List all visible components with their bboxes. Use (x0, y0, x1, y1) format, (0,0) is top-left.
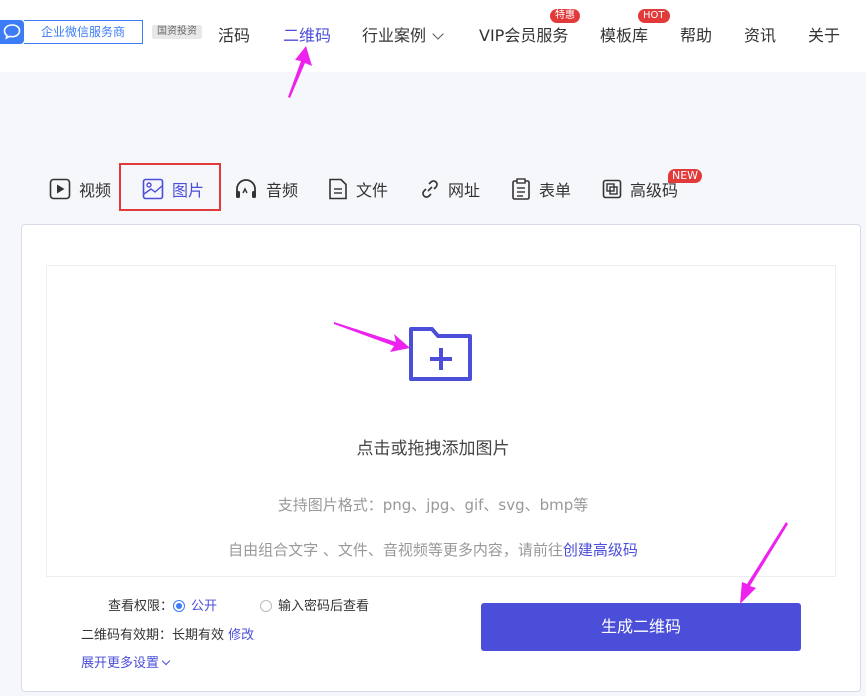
tab-audio[interactable]: 音频 (234, 176, 298, 202)
password-option[interactable]: 输入密码后查看 (260, 595, 369, 614)
expand-settings-link[interactable]: 展开更多设置 (81, 652, 171, 671)
new-tag: NEW (668, 169, 703, 183)
nav-item-huoma[interactable]: 活码 (218, 22, 250, 46)
hot-tag: HOT (638, 9, 670, 23)
tab-label: 音频 (266, 181, 299, 200)
tab-label: 表单 (539, 181, 572, 200)
permission-row: 查看权限： 公开 (108, 595, 217, 614)
layers-icon (602, 179, 622, 199)
clipboard-icon (512, 178, 530, 200)
image-icon (142, 178, 164, 200)
permission-label: 查看权限： (108, 599, 174, 614)
tab-label: 视频 (79, 181, 112, 200)
chevron-down-icon (161, 656, 171, 666)
play-icon (49, 178, 71, 200)
file-icon (329, 178, 347, 200)
tab-video[interactable]: 视频 (49, 176, 111, 202)
top-navigation-bar: 企业微信服务商 国资投资 活码 二维码 行业案例 VIP会员服务 特惠 模板库 … (0, 0, 866, 72)
tab-advanced-code[interactable]: 高级码 (602, 176, 678, 202)
image-upload-dropzone[interactable] (46, 265, 836, 577)
folder-add-icon[interactable] (408, 326, 474, 382)
brand-label[interactable]: 企业微信服务商 (24, 20, 143, 44)
nav-item-vip[interactable]: VIP会员服务 (479, 22, 568, 46)
gov-investment-badge: 国资投资 (152, 25, 202, 39)
annotation-arrow-icon (334, 322, 410, 352)
tab-url[interactable]: 网址 (420, 176, 480, 202)
tab-label: 网址 (448, 181, 481, 200)
tab-image[interactable]: 图片 (142, 176, 204, 202)
nav-item-label: 行业案例 (362, 26, 427, 45)
modify-link[interactable]: 修改 (228, 628, 254, 643)
password-label[interactable]: 输入密码后查看 (278, 599, 369, 614)
generate-qrcode-button[interactable]: 生成二维码 (481, 603, 801, 651)
nav-item-qrcode[interactable]: 二维码 (283, 22, 331, 46)
annotation-arrow-icon (288, 46, 312, 98)
upload-hint-text: 自由组合文字 、文件、音视频等更多内容，请前往 (228, 541, 563, 559)
chevron-down-icon (432, 28, 444, 40)
nav-item-industry-cases[interactable]: 行业案例 (362, 22, 444, 46)
tab-label: 图片 (172, 181, 205, 200)
sale-tag: 特惠 (550, 9, 580, 23)
upload-title: 点击或拖拽添加图片 (356, 439, 510, 459)
nav-item-help[interactable]: 帮助 (680, 22, 712, 46)
nav-item-templates[interactable]: 模板库 (600, 22, 648, 46)
create-advanced-code-link[interactable]: 创建高级码 (563, 541, 638, 559)
tab-form[interactable]: 表单 (511, 176, 571, 202)
expand-settings-label: 展开更多设置 (81, 656, 160, 671)
headphones-icon (236, 179, 256, 198)
tab-file[interactable]: 文件 (328, 176, 388, 202)
nav-item-about[interactable]: 关于 (808, 22, 840, 46)
validity-label: 二维码有效期：长期有效 (81, 628, 225, 643)
chat-bubble-icon[interactable] (0, 20, 24, 44)
password-radio[interactable] (260, 600, 272, 612)
nav-item-news[interactable]: 资讯 (744, 22, 776, 46)
annotation-arrow-icon (740, 522, 788, 604)
tab-label: 文件 (356, 181, 389, 200)
validity-row: 二维码有效期：长期有效 修改 (81, 624, 254, 643)
public-radio[interactable] (173, 600, 186, 612)
public-label[interactable]: 公开 (191, 599, 217, 614)
upload-formats: 支持图片格式：png、jpg、gif、svg、bmp等 (277, 496, 589, 514)
link-icon (422, 180, 438, 198)
